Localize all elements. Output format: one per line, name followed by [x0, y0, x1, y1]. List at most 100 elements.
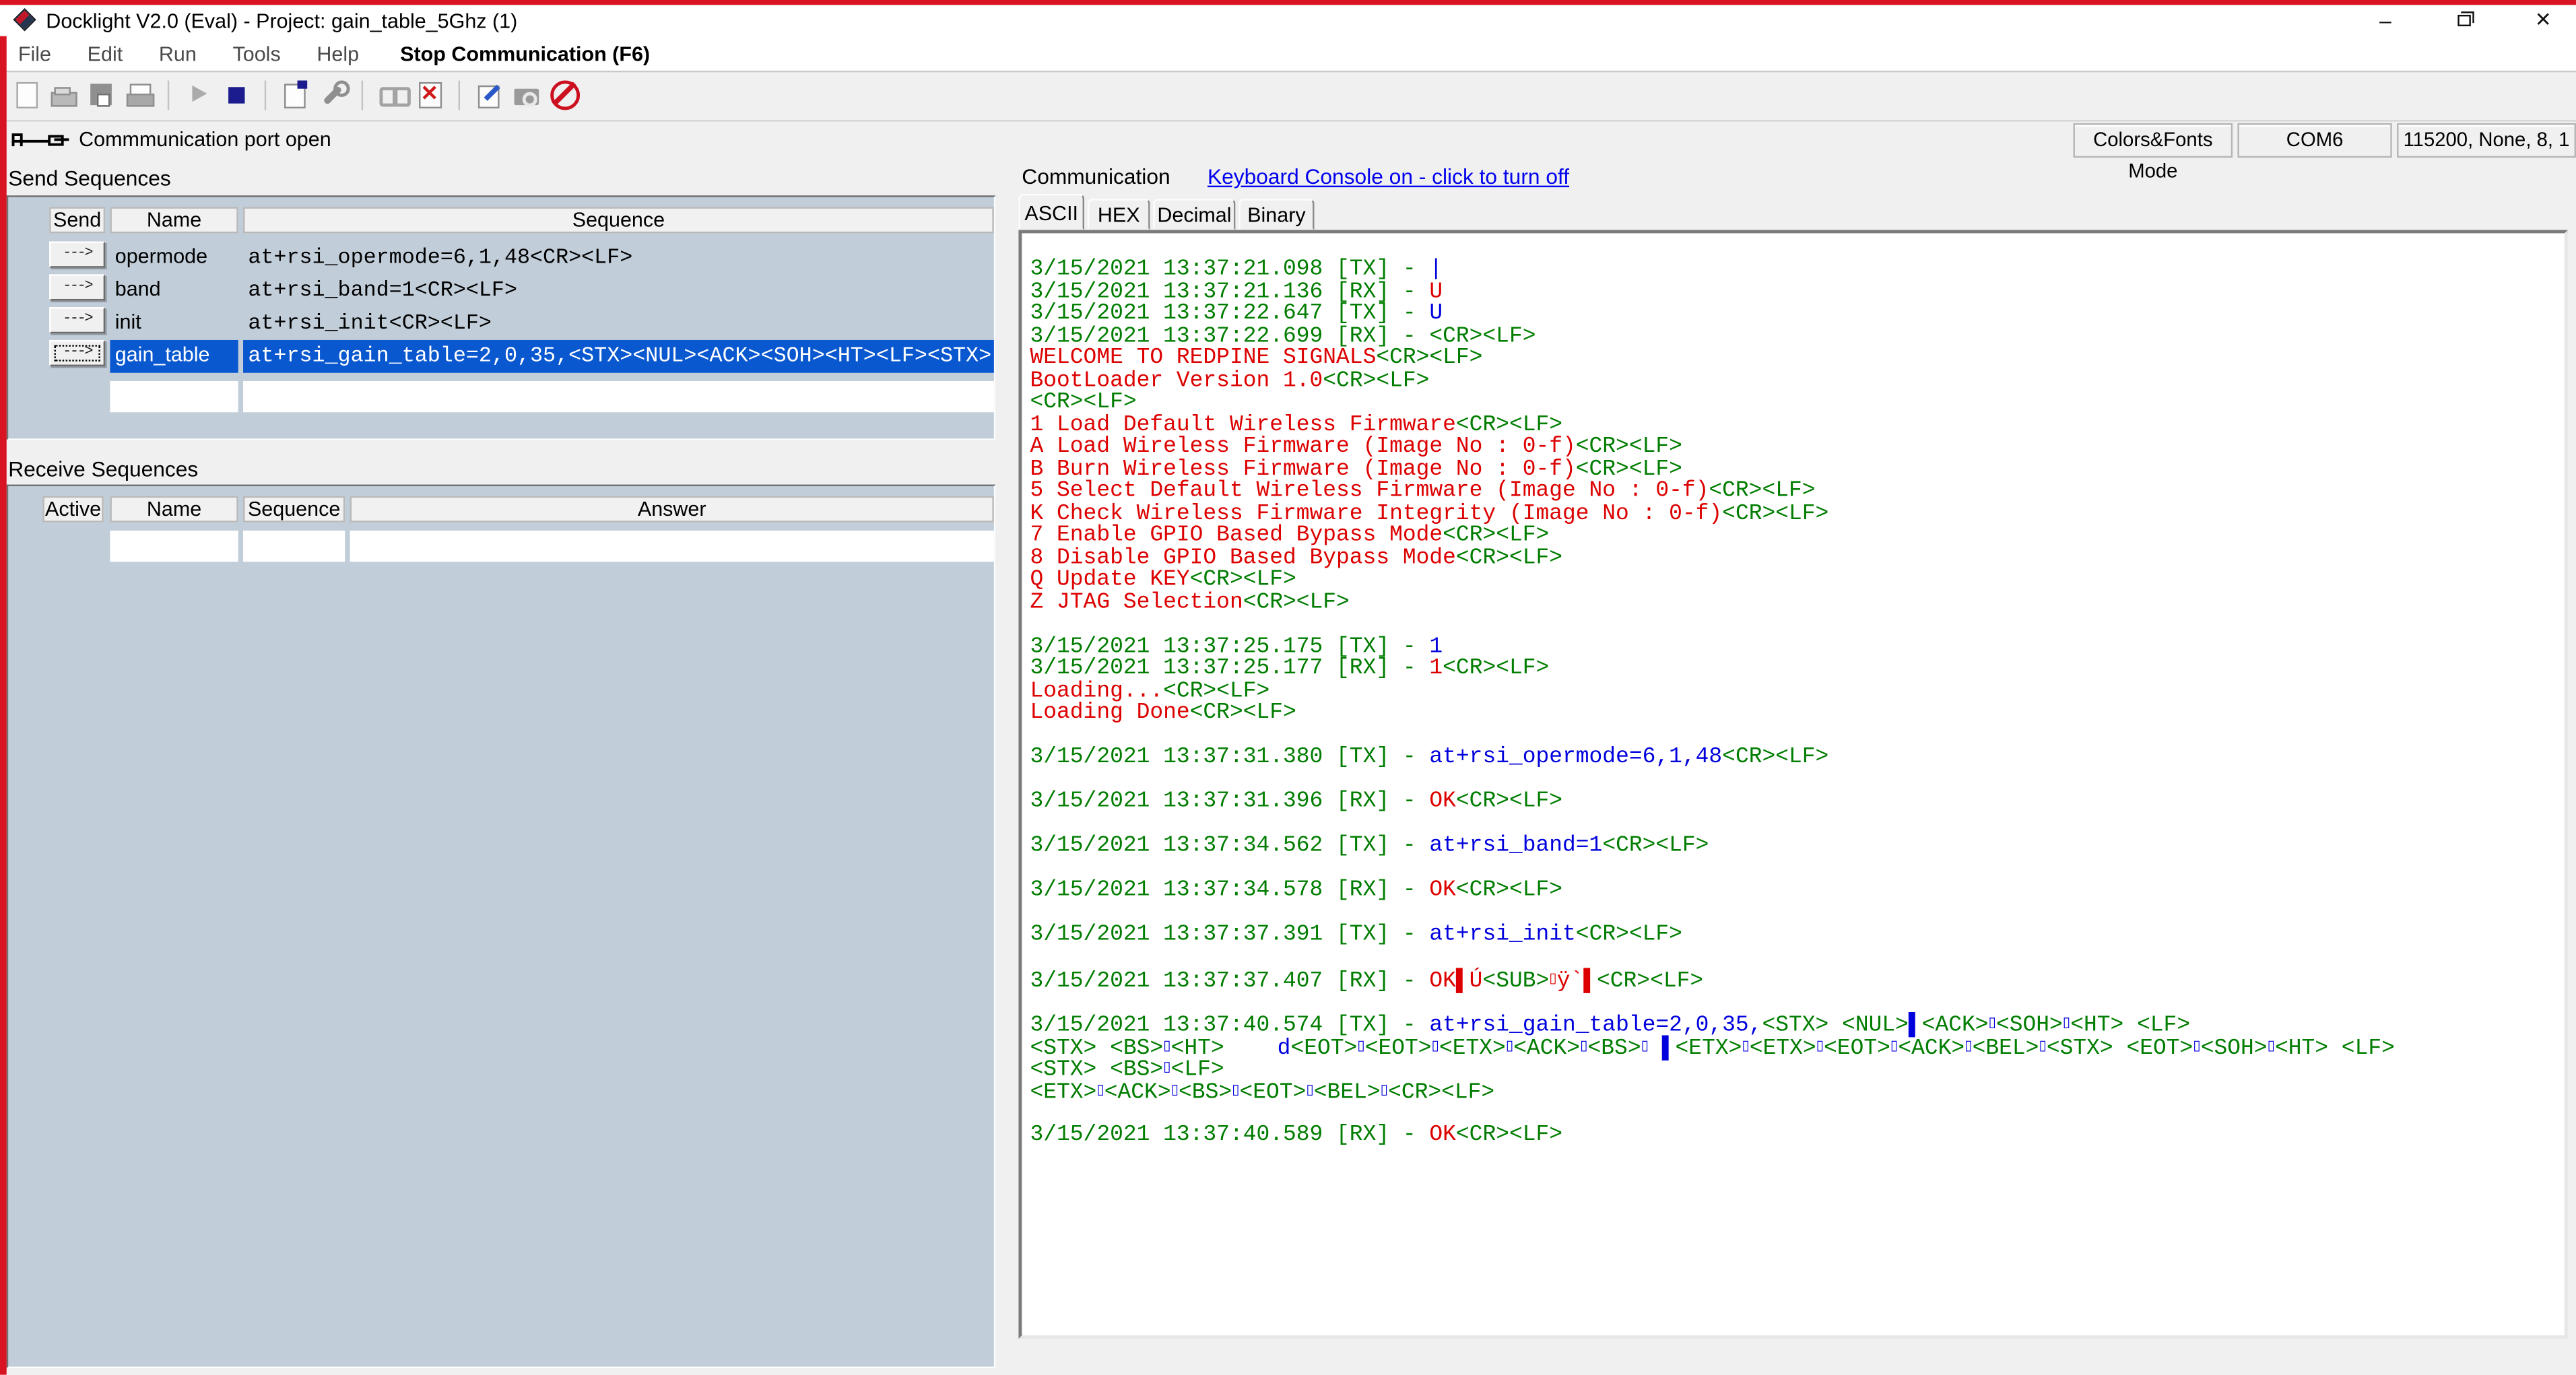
terminal-line: 3/15/2021 13:37:37.391 [TX] - at+rsi_ini… [1030, 925, 2562, 947]
terminal-line [1030, 859, 2562, 881]
communication-terminal[interactable]: 3/15/2021 13:37:21.098 [TX] - |3/15/2021… [1018, 230, 2567, 1339]
terminal-line: <STX> <BS>▯<LF> [1030, 1058, 2562, 1080]
edit-notes-icon[interactable] [473, 79, 504, 110]
menu-items: FileEditRunToolsHelp [0, 40, 377, 67]
toolbar-separator [265, 81, 266, 110]
receive-sequences-panel: ActiveNameSequenceAnswer [7, 485, 996, 1368]
tab-decimal[interactable]: Decimal [1153, 199, 1235, 230]
terminal-line: Q Update KEY<CR><LF> [1030, 570, 2562, 592]
send-empty-sequence-cell[interactable] [243, 381, 994, 412]
terminal-line: B Burn Wireless Firmware (Image No : 0-f… [1030, 459, 2562, 481]
send-header-name: Name [110, 207, 238, 233]
menu-bar: FileEditRunToolsHelpStop Communication (… [0, 38, 2576, 72]
terminal-line: WELCOME TO REDPINE SIGNALS<CR><LF> [1030, 348, 2562, 370]
terminal-line: <STX> <BS>▯<HT> d<EOT>▯<EOT>▯<ETX>▯<ACK>… [1030, 1036, 2562, 1058]
project-settings-icon[interactable] [279, 79, 310, 110]
start-communication-icon[interactable] [183, 79, 213, 110]
restore-button[interactable] [2440, 5, 2489, 38]
menu-item-help[interactable]: Help [299, 38, 377, 65]
receive-header-sequence: Sequence [243, 496, 345, 523]
terminal-line: 3/15/2021 13:37:34.562 [TX] - at+rsi_ban… [1030, 836, 2562, 859]
receive-empty-sequence-cell[interactable] [243, 531, 345, 562]
toolbar-separator [168, 81, 169, 110]
receive-header-answer: Answer [350, 496, 994, 523]
send-sequences-panel: SendNameSequence--->opermodeat+rsi_operm… [7, 195, 996, 440]
terminal-line: A Load Wireless Firmware (Image No : 0-f… [1030, 437, 2562, 459]
baud-settings-panel[interactable]: 115200, None, 8, 1 [2397, 123, 2576, 158]
receive-sequences-title: Receive Sequences [8, 457, 198, 481]
menu-item-tools[interactable]: Tools [215, 38, 299, 65]
send-row-button[interactable]: ---> [49, 307, 105, 333]
recording-border-left [0, 36, 7, 1375]
terminal-line: 3/15/2021 13:37:34.578 [RX] - OK<CR><LF> [1030, 881, 2562, 903]
save-project-icon[interactable] [86, 79, 117, 110]
send-row-sequence[interactable]: at+rsi_opermode=6,1,48<CR><LF> [243, 242, 994, 268]
close-button[interactable]: ✕ [2519, 5, 2568, 38]
terminal-line [1030, 725, 2562, 747]
menu-item-stop-communication[interactable]: Stop Communication (F6) [377, 38, 667, 65]
send-row-button[interactable]: ---> [49, 242, 105, 268]
terminal-line [1030, 1102, 2562, 1125]
send-header-sequence: Sequence [243, 207, 994, 233]
tab-hex[interactable]: HEX [1088, 199, 1150, 230]
send-row-button[interactable]: ---> [49, 274, 105, 300]
docklight-window: Docklight V2.0 (Eval) - Project: gain_ta… [0, 0, 2576, 1375]
send-row-name[interactable]: opermode [110, 242, 238, 268]
minimize-button[interactable]: – [2360, 5, 2410, 38]
keyboard-console-off-icon[interactable] [549, 79, 580, 110]
tab-binary[interactable]: Binary [1239, 199, 1314, 230]
toolbar-separator [362, 81, 363, 110]
send-row-button[interactable]: ---> [49, 340, 105, 366]
menu-item-file[interactable]: File [0, 38, 69, 65]
terminal-line: BootLoader Version 1.0<CR><LF> [1030, 370, 2562, 393]
keyboard-console-link[interactable]: Keyboard Console on - click to turn off [1208, 164, 1569, 189]
terminal-line: 3/15/2021 13:37:21.136 [RX] - U [1030, 281, 2562, 304]
terminal-line: Z JTAG Selection<CR><LF> [1030, 592, 2562, 614]
terminal-line: K Check Wireless Firmware Integrity (Ima… [1030, 504, 2562, 526]
window-title: Docklight V2.0 (Eval) - Project: gain_ta… [46, 10, 517, 33]
send-row-name[interactable]: init [110, 307, 238, 333]
terminal-line [1030, 770, 2562, 792]
com-port-panel[interactable]: COM6 [2237, 123, 2391, 158]
stop-communication-icon[interactable] [220, 79, 251, 110]
find-binoculars-icon[interactable] [376, 79, 407, 110]
menu-item-edit[interactable]: Edit [69, 38, 141, 65]
open-project-icon[interactable] [48, 79, 79, 110]
status-message: Commmunication port open [79, 128, 331, 151]
options-wrench-icon[interactable] [317, 79, 348, 110]
terminal-line: 5 Select Default Wireless Firmware (Imag… [1030, 481, 2562, 504]
status-bar: Commmunication port open Colors&Fonts Mo… [0, 123, 2576, 160]
terminal-line: 3/15/2021 13:37:22.699 [RX] - <CR><LF> [1030, 326, 2562, 348]
terminal-line: <CR><LF> [1030, 393, 2562, 415]
send-row-sequence[interactable]: at+rsi_gain_table=2,0,35,<STX><NUL><ACK>… [243, 340, 994, 373]
toolbar [0, 74, 2576, 122]
terminal-line: 3/15/2021 13:37:25.175 [TX] - 1 [1030, 636, 2562, 659]
terminal-line [1030, 991, 2562, 1013]
window-bottom-strip [995, 1339, 2576, 1375]
send-row-name[interactable]: gain_table [110, 340, 238, 373]
terminal-line: 3/15/2021 13:37:25.177 [RX] - 1<CR><LF> [1030, 659, 2562, 681]
menu-item-run[interactable]: Run [141, 38, 215, 65]
send-empty-name-cell[interactable] [110, 381, 238, 412]
send-row-sequence[interactable]: at+rsi_init<CR><LF> [243, 307, 994, 333]
terminal-line: 3/15/2021 13:37:21.098 [TX] - | [1030, 259, 2562, 281]
terminal-line: Loading...<CR><LF> [1030, 681, 2562, 703]
send-sequences-title: Send Sequences [8, 166, 171, 191]
send-row-sequence[interactable]: at+rsi_band=1<CR><LF> [243, 274, 994, 300]
new-project-icon[interactable] [10, 79, 41, 110]
recording-border-top [0, 0, 2576, 5]
title-bar: Docklight V2.0 (Eval) - Project: gain_ta… [0, 5, 2576, 38]
terminal-line: 7 Enable GPIO Based Bypass Mode<CR><LF> [1030, 526, 2562, 548]
tab-ascii[interactable]: ASCII [1018, 194, 1084, 230]
receive-empty-answer-cell[interactable] [350, 531, 994, 562]
serial-connector-icon [10, 128, 69, 159]
clear-communication-icon[interactable] [414, 79, 445, 110]
receive-empty-name-cell[interactable] [110, 531, 238, 562]
terminal-line: 1 Load Default Wireless Firmware<CR><LF> [1030, 415, 2562, 437]
snapshot-camera-icon[interactable] [511, 79, 542, 110]
print-icon[interactable] [123, 79, 154, 110]
terminal-line: 3/15/2021 13:37:37.407 [RX] - OK▌Ú<SUB>▯… [1030, 969, 2562, 991]
send-row-name[interactable]: band [110, 274, 238, 300]
colors-fonts-mode-panel[interactable]: Colors&Fonts Mode [2074, 123, 2233, 158]
receive-header-name: Name [110, 496, 238, 523]
